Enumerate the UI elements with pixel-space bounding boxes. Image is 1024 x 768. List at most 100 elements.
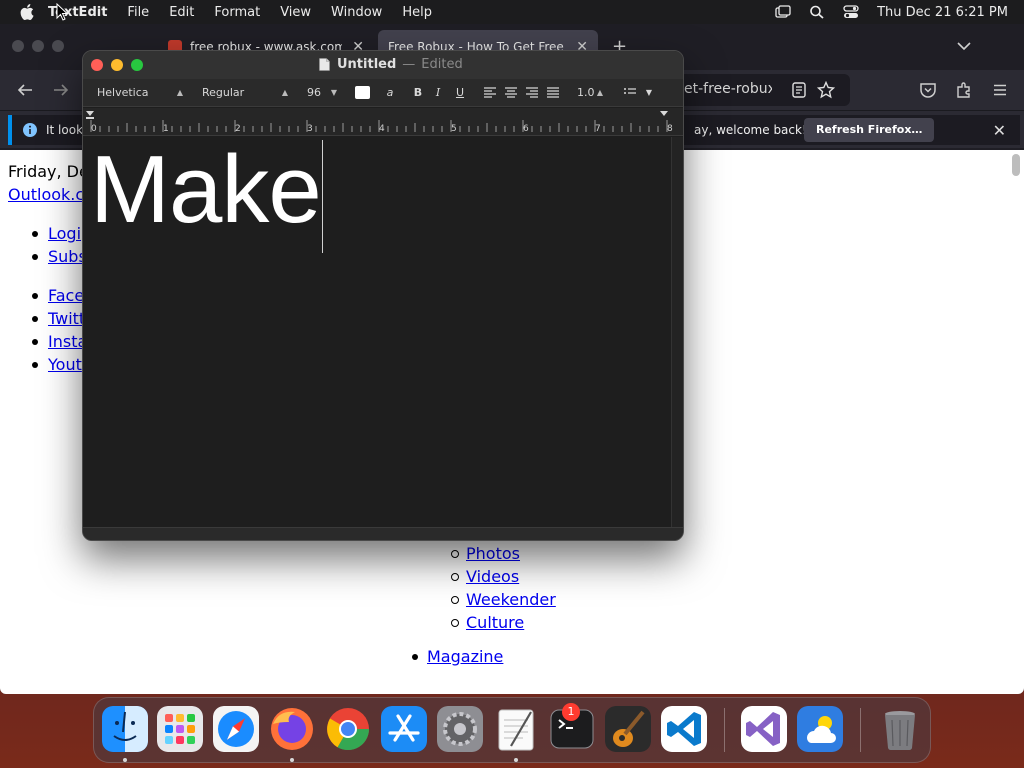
chrome-icon[interactable] — [325, 706, 371, 752]
list-bullets-icon[interactable] — [623, 85, 637, 99]
first-line-indent-marker[interactable] — [86, 111, 94, 116]
page-scrollbar[interactable] — [1012, 154, 1020, 176]
close-button[interactable] — [91, 59, 103, 71]
menu-bar-clock[interactable]: Thu Dec 21 6:21 PM — [877, 5, 1008, 20]
subscribe-link[interactable]: Subs — [48, 247, 87, 266]
textedit-icon[interactable] — [493, 706, 539, 752]
textedit-title-bar[interactable]: Untitled — Edited — [83, 51, 683, 79]
bookmark-star-icon[interactable] — [817, 81, 835, 99]
document-name: Untitled — [337, 57, 397, 72]
screen-mirroring-icon[interactable] — [775, 5, 791, 19]
align-right-icon[interactable] — [525, 85, 539, 99]
text-ruler[interactable]: 0 1 2 3 4 5 6 7 8 — [83, 108, 683, 136]
extensions-icon[interactable] — [955, 81, 973, 99]
login-link[interactable]: Logi — [48, 224, 81, 243]
finder-icon[interactable] — [102, 706, 148, 752]
reader-view-icon[interactable] — [790, 81, 808, 99]
text-color-well[interactable] — [355, 86, 370, 99]
ruler-number: 3 — [307, 124, 313, 134]
edited-status: Edited — [421, 57, 463, 72]
list-all-tabs-icon[interactable] — [956, 38, 972, 54]
align-justify-icon[interactable] — [546, 85, 560, 99]
apple-icon[interactable] — [20, 4, 34, 20]
safari-icon[interactable] — [213, 706, 259, 752]
firefox-close-button[interactable] — [12, 40, 24, 52]
menu-edit[interactable]: Edit — [169, 5, 194, 20]
firefox-zoom-button[interactable] — [52, 40, 64, 52]
ruler-number: 2 — [235, 124, 241, 134]
firefox-icon[interactable] — [269, 706, 315, 752]
format-toolbar: Helvetica ▲ Regular ▲ 96 ▼ a B I U 1.0 ▲… — [83, 79, 683, 107]
ruler-number: 4 — [379, 124, 385, 134]
notice-text-right: ay, welcome back! — [694, 123, 807, 137]
pocket-icon[interactable] — [919, 81, 937, 99]
visual-studio-icon[interactable] — [741, 706, 787, 752]
list-item: Videos — [448, 565, 556, 588]
magazine-link[interactable]: Magazine — [427, 647, 503, 666]
chevron-down-icon[interactable]: ▼ — [641, 85, 657, 101]
zoom-button[interactable] — [131, 59, 143, 71]
twitter-link[interactable]: Twitt — [48, 309, 85, 328]
firefox-minimize-button[interactable] — [32, 40, 44, 52]
mouse-pointer-icon — [56, 3, 68, 21]
vscode-icon[interactable] — [661, 706, 707, 752]
align-left-icon[interactable] — [483, 85, 497, 99]
photos-link[interactable]: Photos — [466, 544, 520, 563]
text-caret — [322, 140, 323, 253]
text-editor-area[interactable]: Make — [83, 135, 671, 527]
window-title: Untitled — Edited — [319, 57, 463, 72]
font-size-value: 96 — [307, 86, 321, 99]
weekender-link[interactable]: Weekender — [466, 590, 556, 609]
background-color-icon[interactable]: a — [382, 85, 398, 101]
launchpad-icon[interactable] — [157, 706, 203, 752]
magazine-list: Magazine — [410, 645, 503, 668]
minimize-button[interactable] — [111, 59, 123, 71]
bold-button[interactable]: B — [410, 85, 426, 101]
ruler-number: 6 — [523, 124, 529, 134]
editor-scrollbar[interactable] — [671, 137, 683, 527]
menu-help[interactable]: Help — [402, 5, 432, 20]
spotlight-search-icon[interactable] — [809, 5, 825, 19]
list-item: Magazine — [410, 645, 503, 668]
dock: 1 — [93, 697, 931, 763]
outlook-link[interactable]: Outlook.c — [8, 185, 84, 204]
notice-close-icon[interactable]: ✕ — [993, 121, 1006, 140]
menu-view[interactable]: View — [280, 5, 311, 20]
youtube-link[interactable]: Yout — [48, 355, 82, 374]
menu-bar-extras: Thu Dec 21 6:21 PM — [775, 0, 1008, 24]
left-indent-marker[interactable] — [86, 117, 94, 119]
facebook-link[interactable]: Face — [48, 286, 84, 305]
document-icon — [319, 58, 330, 71]
control-center-icon[interactable] — [843, 5, 859, 19]
ruler-number: 7 — [595, 124, 601, 134]
list-item: Culture — [448, 611, 556, 634]
menu-window[interactable]: Window — [331, 5, 382, 20]
weather-icon[interactable] — [797, 706, 843, 752]
system-settings-icon[interactable] — [437, 706, 483, 752]
culture-link[interactable]: Culture — [466, 613, 524, 632]
dock-separator — [724, 708, 725, 752]
font-style-select[interactable]: Regular ▲ — [196, 84, 292, 102]
app-menu-icon[interactable] — [991, 81, 1009, 99]
app-store-icon[interactable] — [381, 706, 427, 752]
right-indent-marker[interactable] — [660, 111, 668, 116]
font-family-select[interactable]: Helvetica ▲ — [91, 84, 187, 102]
back-arrow-icon[interactable] — [16, 81, 34, 99]
forward-arrow-icon[interactable] — [52, 81, 70, 99]
trash-icon[interactable] — [877, 706, 923, 752]
url-text: et-free-robux-in — [684, 81, 772, 97]
underline-button[interactable]: U — [452, 85, 468, 101]
ruler-number: 5 — [451, 124, 457, 134]
title-separator: — — [402, 57, 416, 72]
menu-format[interactable]: Format — [214, 5, 260, 20]
garageband-icon[interactable] — [605, 706, 651, 752]
line-spacing-select[interactable]: 1.0 ▲ — [571, 84, 607, 102]
italic-button[interactable]: I — [430, 85, 446, 101]
menu-file[interactable]: File — [127, 5, 149, 20]
refresh-firefox-button[interactable]: Refresh Firefox… — [804, 118, 935, 142]
videos-link[interactable]: Videos — [466, 567, 519, 586]
document-text[interactable]: Make — [90, 135, 322, 245]
font-size-select[interactable]: 96 ▼ — [301, 84, 341, 102]
align-center-icon[interactable] — [504, 85, 518, 99]
ruler-number: 0 — [91, 124, 97, 134]
